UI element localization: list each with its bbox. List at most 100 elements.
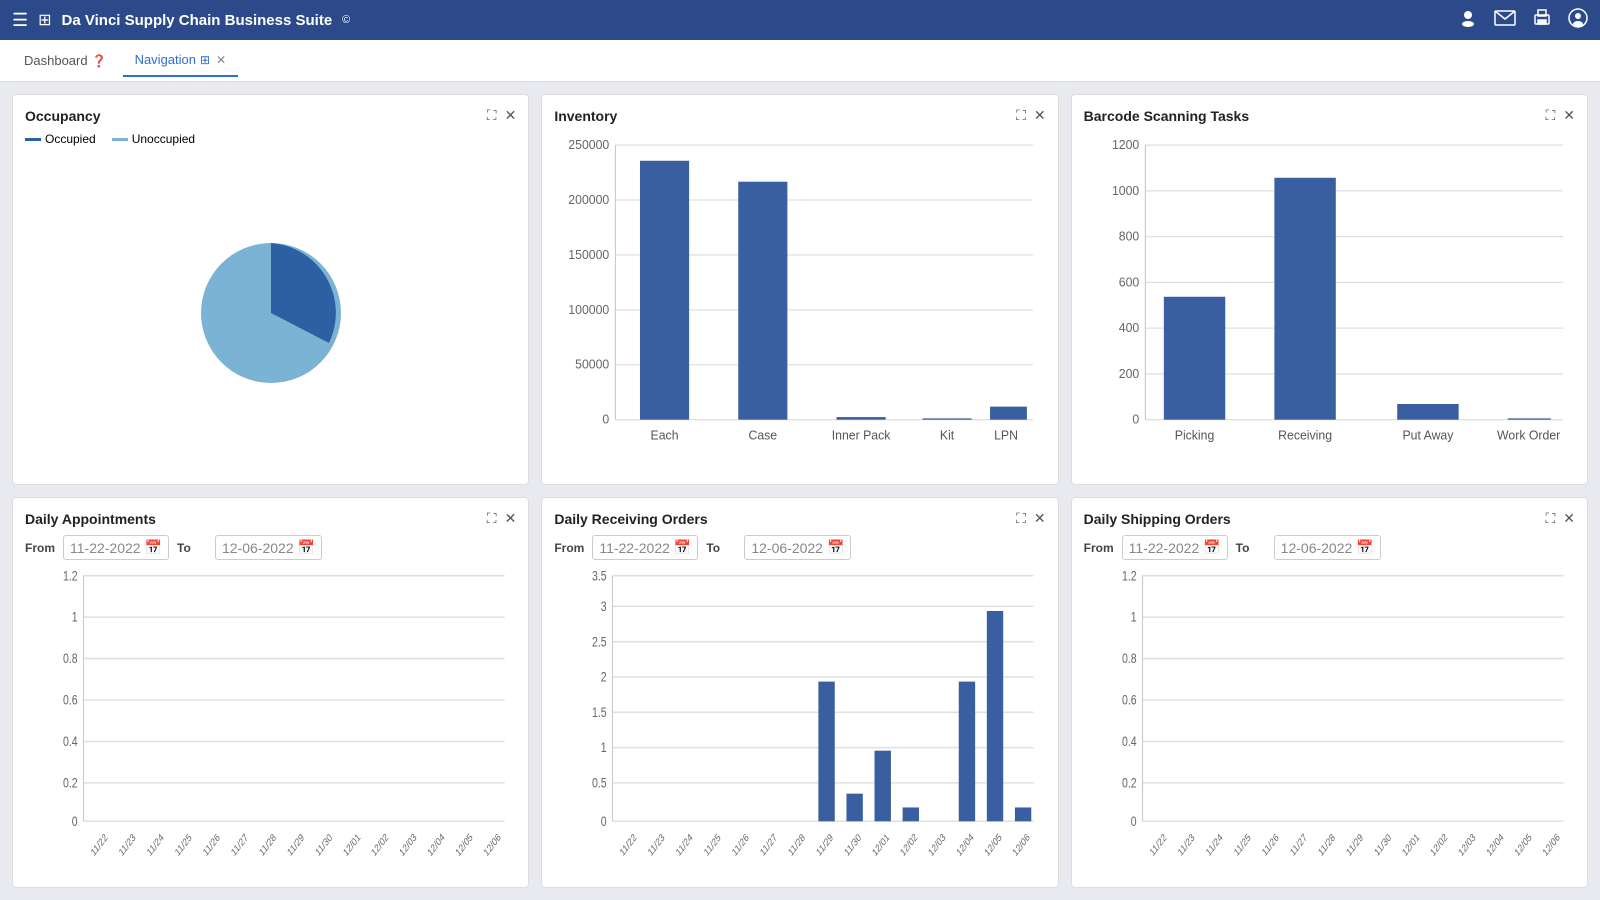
svg-text:3: 3 — [601, 599, 607, 615]
receiving-from-input[interactable]: 11-22-2022 📅 — [592, 535, 698, 560]
appointments-from-input[interactable]: 11-22-2022 📅 — [63, 535, 169, 560]
daily-appointments-widget: Daily Appointments ⛶ ✕ From 11-22-2022 📅… — [12, 497, 529, 888]
svg-text:12/03: 12/03 — [927, 832, 948, 860]
svg-text:11/28: 11/28 — [1316, 832, 1337, 859]
svg-text:11/25: 11/25 — [1232, 832, 1253, 859]
appointments-to-value: 12-06-2022 — [222, 540, 294, 556]
barcode-chart: 0 200 400 600 800 1000 1200 Picking Rece… — [1084, 132, 1575, 472]
svg-text:11/25: 11/25 — [703, 832, 724, 859]
svg-text:1: 1 — [72, 609, 78, 625]
svg-text:11/29: 11/29 — [286, 832, 307, 859]
inventory-chart: 0 50000 100000 150000 200000 250000 Each… — [554, 132, 1045, 472]
svg-text:0.6: 0.6 — [63, 692, 78, 708]
svg-text:Case: Case — [749, 428, 778, 442]
svg-text:1: 1 — [1130, 609, 1136, 625]
shipping-svg: 0 0.2 0.4 0.6 0.8 1 1.2 11/22 11/23 11/2… — [1084, 568, 1575, 875]
shipping-from-input[interactable]: 11-22-2022 📅 — [1122, 535, 1228, 560]
grid-table-icon: ⊞ — [200, 53, 210, 67]
legend-occupied-dot — [25, 138, 41, 141]
user-icon[interactable] — [1458, 8, 1478, 33]
svg-text:12/02: 12/02 — [899, 832, 920, 860]
svg-text:11/22: 11/22 — [618, 832, 639, 859]
svg-text:Receiving: Receiving — [1278, 428, 1332, 442]
bar-recv-1205 — [987, 611, 1003, 821]
inventory-controls: ⛶ ✕ — [1016, 107, 1046, 124]
occupancy-expand-icon[interactable]: ⛶ — [487, 107, 497, 124]
inventory-close-icon[interactable]: ✕ — [1034, 107, 1046, 124]
print-icon[interactable] — [1532, 8, 1552, 33]
receiving-close-icon[interactable]: ✕ — [1034, 510, 1046, 527]
grid-icon[interactable]: ⊞ — [38, 10, 51, 30]
svg-text:800: 800 — [1118, 229, 1138, 243]
inventory-widget: Inventory ⛶ ✕ 0 — [541, 94, 1058, 485]
svg-text:250000: 250000 — [569, 138, 610, 152]
appointments-close-icon[interactable]: ✕ — [505, 510, 517, 527]
app-title: Da Vinci Supply Chain Business Suite — [62, 12, 333, 29]
tab-navigation[interactable]: Navigation ⊞ ✕ — [123, 44, 239, 77]
receiving-to-label: To — [706, 541, 736, 555]
legend-unoccupied-label: Unoccupied — [132, 132, 195, 146]
shipping-to-value: 12-06-2022 — [1281, 540, 1353, 556]
receiving-to-calendar-icon[interactable]: 📅 — [827, 539, 844, 556]
inventory-header: Inventory ⛶ ✕ — [554, 107, 1045, 124]
tab-close-icon[interactable]: ✕ — [216, 53, 226, 67]
receiving-to-input[interactable]: 12-06-2022 📅 — [744, 535, 851, 560]
shipping-to-calendar-icon[interactable]: 📅 — [1356, 539, 1373, 556]
svg-text:11/26: 11/26 — [201, 832, 222, 859]
svg-text:12/04: 12/04 — [955, 831, 977, 859]
account-icon[interactable] — [1568, 8, 1588, 33]
appointments-expand-icon[interactable]: ⛶ — [487, 510, 497, 527]
hamburger-icon[interactable]: ☰ — [12, 10, 28, 31]
bar-workorder — [1507, 418, 1550, 419]
help-icon[interactable]: ❓ — [92, 54, 107, 68]
shipping-from-value: 11-22-2022 — [1129, 540, 1200, 556]
svg-text:200000: 200000 — [569, 193, 610, 207]
occupancy-chart — [25, 154, 516, 472]
svg-text:12/01: 12/01 — [1400, 832, 1421, 860]
top-bar-right — [1458, 8, 1588, 33]
svg-text:0.6: 0.6 — [1122, 692, 1137, 708]
svg-text:11/27: 11/27 — [759, 832, 780, 859]
tab-dashboard[interactable]: Dashboard ❓ — [12, 45, 119, 76]
svg-text:11/25: 11/25 — [173, 832, 194, 859]
appointments-to-label: To — [177, 541, 207, 555]
receiving-expand-icon[interactable]: ⛶ — [1016, 510, 1026, 527]
svg-text:0.8: 0.8 — [63, 651, 78, 667]
receiving-from-calendar-icon[interactable]: 📅 — [674, 539, 691, 556]
occupancy-widget: Occupancy ⛶ ✕ Occupied Unoccupied — [12, 94, 529, 485]
receiving-controls: ⛶ ✕ — [1016, 510, 1046, 527]
receiving-from-value: 11-22-2022 — [599, 540, 670, 556]
mail-icon[interactable] — [1494, 9, 1516, 32]
inventory-expand-icon[interactable]: ⛶ — [1016, 107, 1026, 124]
svg-text:12/02: 12/02 — [1428, 832, 1449, 860]
svg-text:1.2: 1.2 — [1122, 568, 1137, 584]
tab-bar: Dashboard ❓ Navigation ⊞ ✕ — [0, 40, 1600, 82]
svg-text:Picking: Picking — [1174, 428, 1214, 442]
daily-shipping-widget: Daily Shipping Orders ⛶ ✕ From 11-22-202… — [1071, 497, 1588, 888]
svg-text:11/29: 11/29 — [815, 832, 836, 859]
shipping-from-calendar-icon[interactable]: 📅 — [1203, 539, 1220, 556]
svg-text:11/27: 11/27 — [230, 832, 251, 859]
svg-text:2: 2 — [601, 669, 607, 685]
shipping-close-icon[interactable]: ✕ — [1563, 510, 1575, 527]
svg-text:12/06: 12/06 — [1011, 832, 1032, 860]
bar-recv-1201 — [875, 751, 891, 822]
appointments-to-calendar-icon[interactable]: 📅 — [298, 539, 315, 556]
barcode-expand-icon[interactable]: ⛶ — [1545, 107, 1555, 124]
svg-text:11/22: 11/22 — [1148, 832, 1169, 859]
bar-each — [640, 161, 689, 420]
appointments-from-calendar-icon[interactable]: 📅 — [145, 539, 162, 556]
occupancy-close-icon[interactable]: ✕ — [505, 107, 517, 124]
svg-text:1.5: 1.5 — [592, 705, 607, 721]
shipping-expand-icon[interactable]: ⛶ — [1545, 510, 1555, 527]
barcode-controls: ⛶ ✕ — [1545, 107, 1575, 124]
appointments-to-input[interactable]: 12-06-2022 📅 — [215, 535, 322, 560]
shipping-to-input[interactable]: 12-06-2022 📅 — [1274, 535, 1381, 560]
svg-text:11/24: 11/24 — [675, 831, 696, 859]
legend-unoccupied: Unoccupied — [112, 132, 195, 146]
svg-text:3.5: 3.5 — [592, 568, 607, 584]
receiving-chart: 0 0.5 1 1.5 2 2.5 3 3.5 — [554, 568, 1045, 875]
svg-text:0.5: 0.5 — [592, 775, 607, 791]
tab-navigation-label: Navigation — [135, 52, 196, 67]
barcode-close-icon[interactable]: ✕ — [1563, 107, 1575, 124]
